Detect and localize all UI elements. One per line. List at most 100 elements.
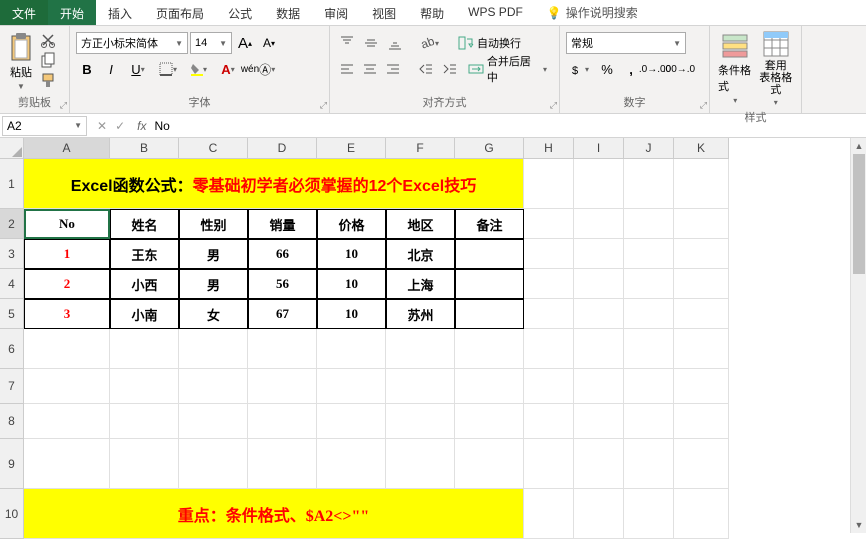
row-header-1[interactable]: 1 [0, 159, 24, 209]
data-r3-A[interactable]: 3 [24, 299, 110, 329]
font-color-button[interactable]: A▾ [214, 58, 242, 80]
data-r3-F[interactable]: 苏州 [386, 299, 455, 329]
fill-color-button[interactable]: ▾ [184, 58, 212, 80]
decrease-decimal-button[interactable]: .00→.0 [668, 58, 690, 80]
menu-review[interactable]: 审阅 [312, 0, 360, 25]
orientation-button[interactable]: ab▾ [418, 32, 440, 54]
col-header-F[interactable]: F [386, 138, 455, 159]
align-launcher-icon[interactable]: ⤢ [550, 100, 557, 111]
clipboard-launcher-icon[interactable]: ⤢ [60, 100, 67, 111]
tell-me[interactable]: 💡 操作说明搜索 [535, 0, 650, 25]
menu-file[interactable]: 文件 [0, 0, 48, 25]
data-r1-D[interactable]: 66 [248, 239, 317, 269]
format-painter-icon[interactable] [40, 72, 56, 88]
menu-layout[interactable]: 页面布局 [144, 0, 216, 25]
conditional-format-button[interactable]: 条件格式 ▾ [716, 30, 755, 107]
phonetic-button[interactable]: wénⒶ▾ [244, 58, 272, 80]
scroll-thumb[interactable] [853, 154, 865, 274]
shrink-font-button[interactable]: A▾ [258, 32, 280, 54]
title-cell[interactable]: Excel函数公式：零基础初学者必须掌握的12个Excel技巧 [24, 159, 524, 209]
data-r2-B[interactable]: 小西 [110, 269, 179, 299]
data-r2-F[interactable]: 上海 [386, 269, 455, 299]
font-size-select[interactable]: 14 ▼ [190, 32, 232, 54]
font-name-select[interactable]: 方正小标宋简体 ▼ [76, 32, 188, 54]
col-header-I[interactable]: I [574, 138, 624, 159]
grow-font-button[interactable]: A▴ [234, 32, 256, 54]
vertical-scrollbar[interactable]: ▲ ▼ [850, 138, 866, 533]
row-header-10[interactable]: 10 [0, 489, 24, 539]
row-header-5[interactable]: 5 [0, 299, 24, 329]
select-all-corner[interactable] [0, 138, 24, 159]
menu-insert[interactable]: 插入 [96, 0, 144, 25]
col-header-H[interactable]: H [524, 138, 574, 159]
align-bottom-button[interactable] [384, 32, 406, 54]
menu-wps[interactable]: WPS PDF [456, 0, 535, 25]
border-button[interactable]: ▾ [154, 58, 182, 80]
header-E[interactable]: 价格 [317, 209, 386, 239]
menu-data[interactable]: 数据 [264, 0, 312, 25]
data-r2-C[interactable]: 男 [179, 269, 248, 299]
col-header-D[interactable]: D [248, 138, 317, 159]
col-header-G[interactable]: G [455, 138, 524, 159]
row-header-8[interactable]: 8 [0, 404, 24, 439]
data-r2-D[interactable]: 56 [248, 269, 317, 299]
name-box[interactable]: A2 ▼ [2, 116, 87, 136]
header-G[interactable]: 备注 [455, 209, 524, 239]
data-r3-G[interactable] [455, 299, 524, 329]
bold-button[interactable]: B [76, 58, 98, 80]
data-r2-E[interactable]: 10 [317, 269, 386, 299]
menu-view[interactable]: 视图 [360, 0, 408, 25]
col-header-E[interactable]: E [317, 138, 386, 159]
row-header-7[interactable]: 7 [0, 369, 24, 404]
data-r3-C[interactable]: 女 [179, 299, 248, 329]
header-F[interactable]: 地区 [386, 209, 455, 239]
data-r2-G[interactable] [455, 269, 524, 299]
col-header-C[interactable]: C [179, 138, 248, 159]
align-center-button[interactable] [359, 58, 380, 80]
header-B[interactable]: 姓名 [110, 209, 179, 239]
align-middle-button[interactable] [360, 32, 382, 54]
data-r1-B[interactable]: 王东 [110, 239, 179, 269]
align-left-button[interactable] [336, 58, 357, 80]
align-top-button[interactable] [336, 32, 358, 54]
underline-button[interactable]: U ▾ [124, 58, 152, 80]
row-header-4[interactable]: 4 [0, 269, 24, 299]
data-r3-D[interactable]: 67 [248, 299, 317, 329]
data-r1-A[interactable]: 1 [24, 239, 110, 269]
data-r3-B[interactable]: 小南 [110, 299, 179, 329]
wrap-text-button[interactable]: 自动换行 [452, 32, 527, 54]
row-header-3[interactable]: 3 [0, 239, 24, 269]
col-header-J[interactable]: J [624, 138, 674, 159]
italic-button[interactable]: I [100, 58, 122, 80]
data-r1-E[interactable]: 10 [317, 239, 386, 269]
table-format-button[interactable]: 套用 表格格式 ▾ [757, 28, 796, 109]
formula-input[interactable]: No [150, 119, 866, 133]
data-r1-F[interactable]: 北京 [386, 239, 455, 269]
data-r1-C[interactable]: 男 [179, 239, 248, 269]
menu-help[interactable]: 帮助 [408, 0, 456, 25]
accept-formula-icon[interactable]: ✓ [115, 119, 125, 133]
col-header-B[interactable]: B [110, 138, 179, 159]
col-header-K[interactable]: K [674, 138, 729, 159]
percent-button[interactable]: % [596, 58, 618, 80]
footer-cell[interactable]: 重点：条件格式、$A2<>"" [24, 489, 524, 539]
cancel-formula-icon[interactable]: ✕ [97, 119, 107, 133]
col-header-A[interactable]: A [24, 138, 110, 159]
increase-indent-button[interactable] [439, 58, 460, 80]
paste-button[interactable]: 粘贴 ▼ [6, 30, 36, 93]
copy-icon[interactable] [40, 52, 56, 68]
cut-icon[interactable] [40, 32, 56, 48]
accounting-button[interactable]: $▾ [566, 58, 594, 80]
font-launcher-icon[interactable]: ⤢ [320, 100, 327, 111]
decrease-indent-button[interactable] [416, 58, 437, 80]
row-header-2[interactable]: 2 [0, 209, 24, 239]
row-header-9[interactable]: 9 [0, 439, 24, 489]
merge-center-button[interactable]: 合并后居中 ▾ [462, 58, 553, 80]
row-header-6[interactable]: 6 [0, 329, 24, 369]
number-launcher-icon[interactable]: ⤢ [700, 100, 707, 111]
data-r1-G[interactable] [455, 239, 524, 269]
header-C[interactable]: 性别 [179, 209, 248, 239]
scroll-down-icon[interactable]: ▼ [851, 517, 866, 533]
number-format-select[interactable]: 常规 ▼ [566, 32, 686, 54]
menu-formula[interactable]: 公式 [216, 0, 264, 25]
